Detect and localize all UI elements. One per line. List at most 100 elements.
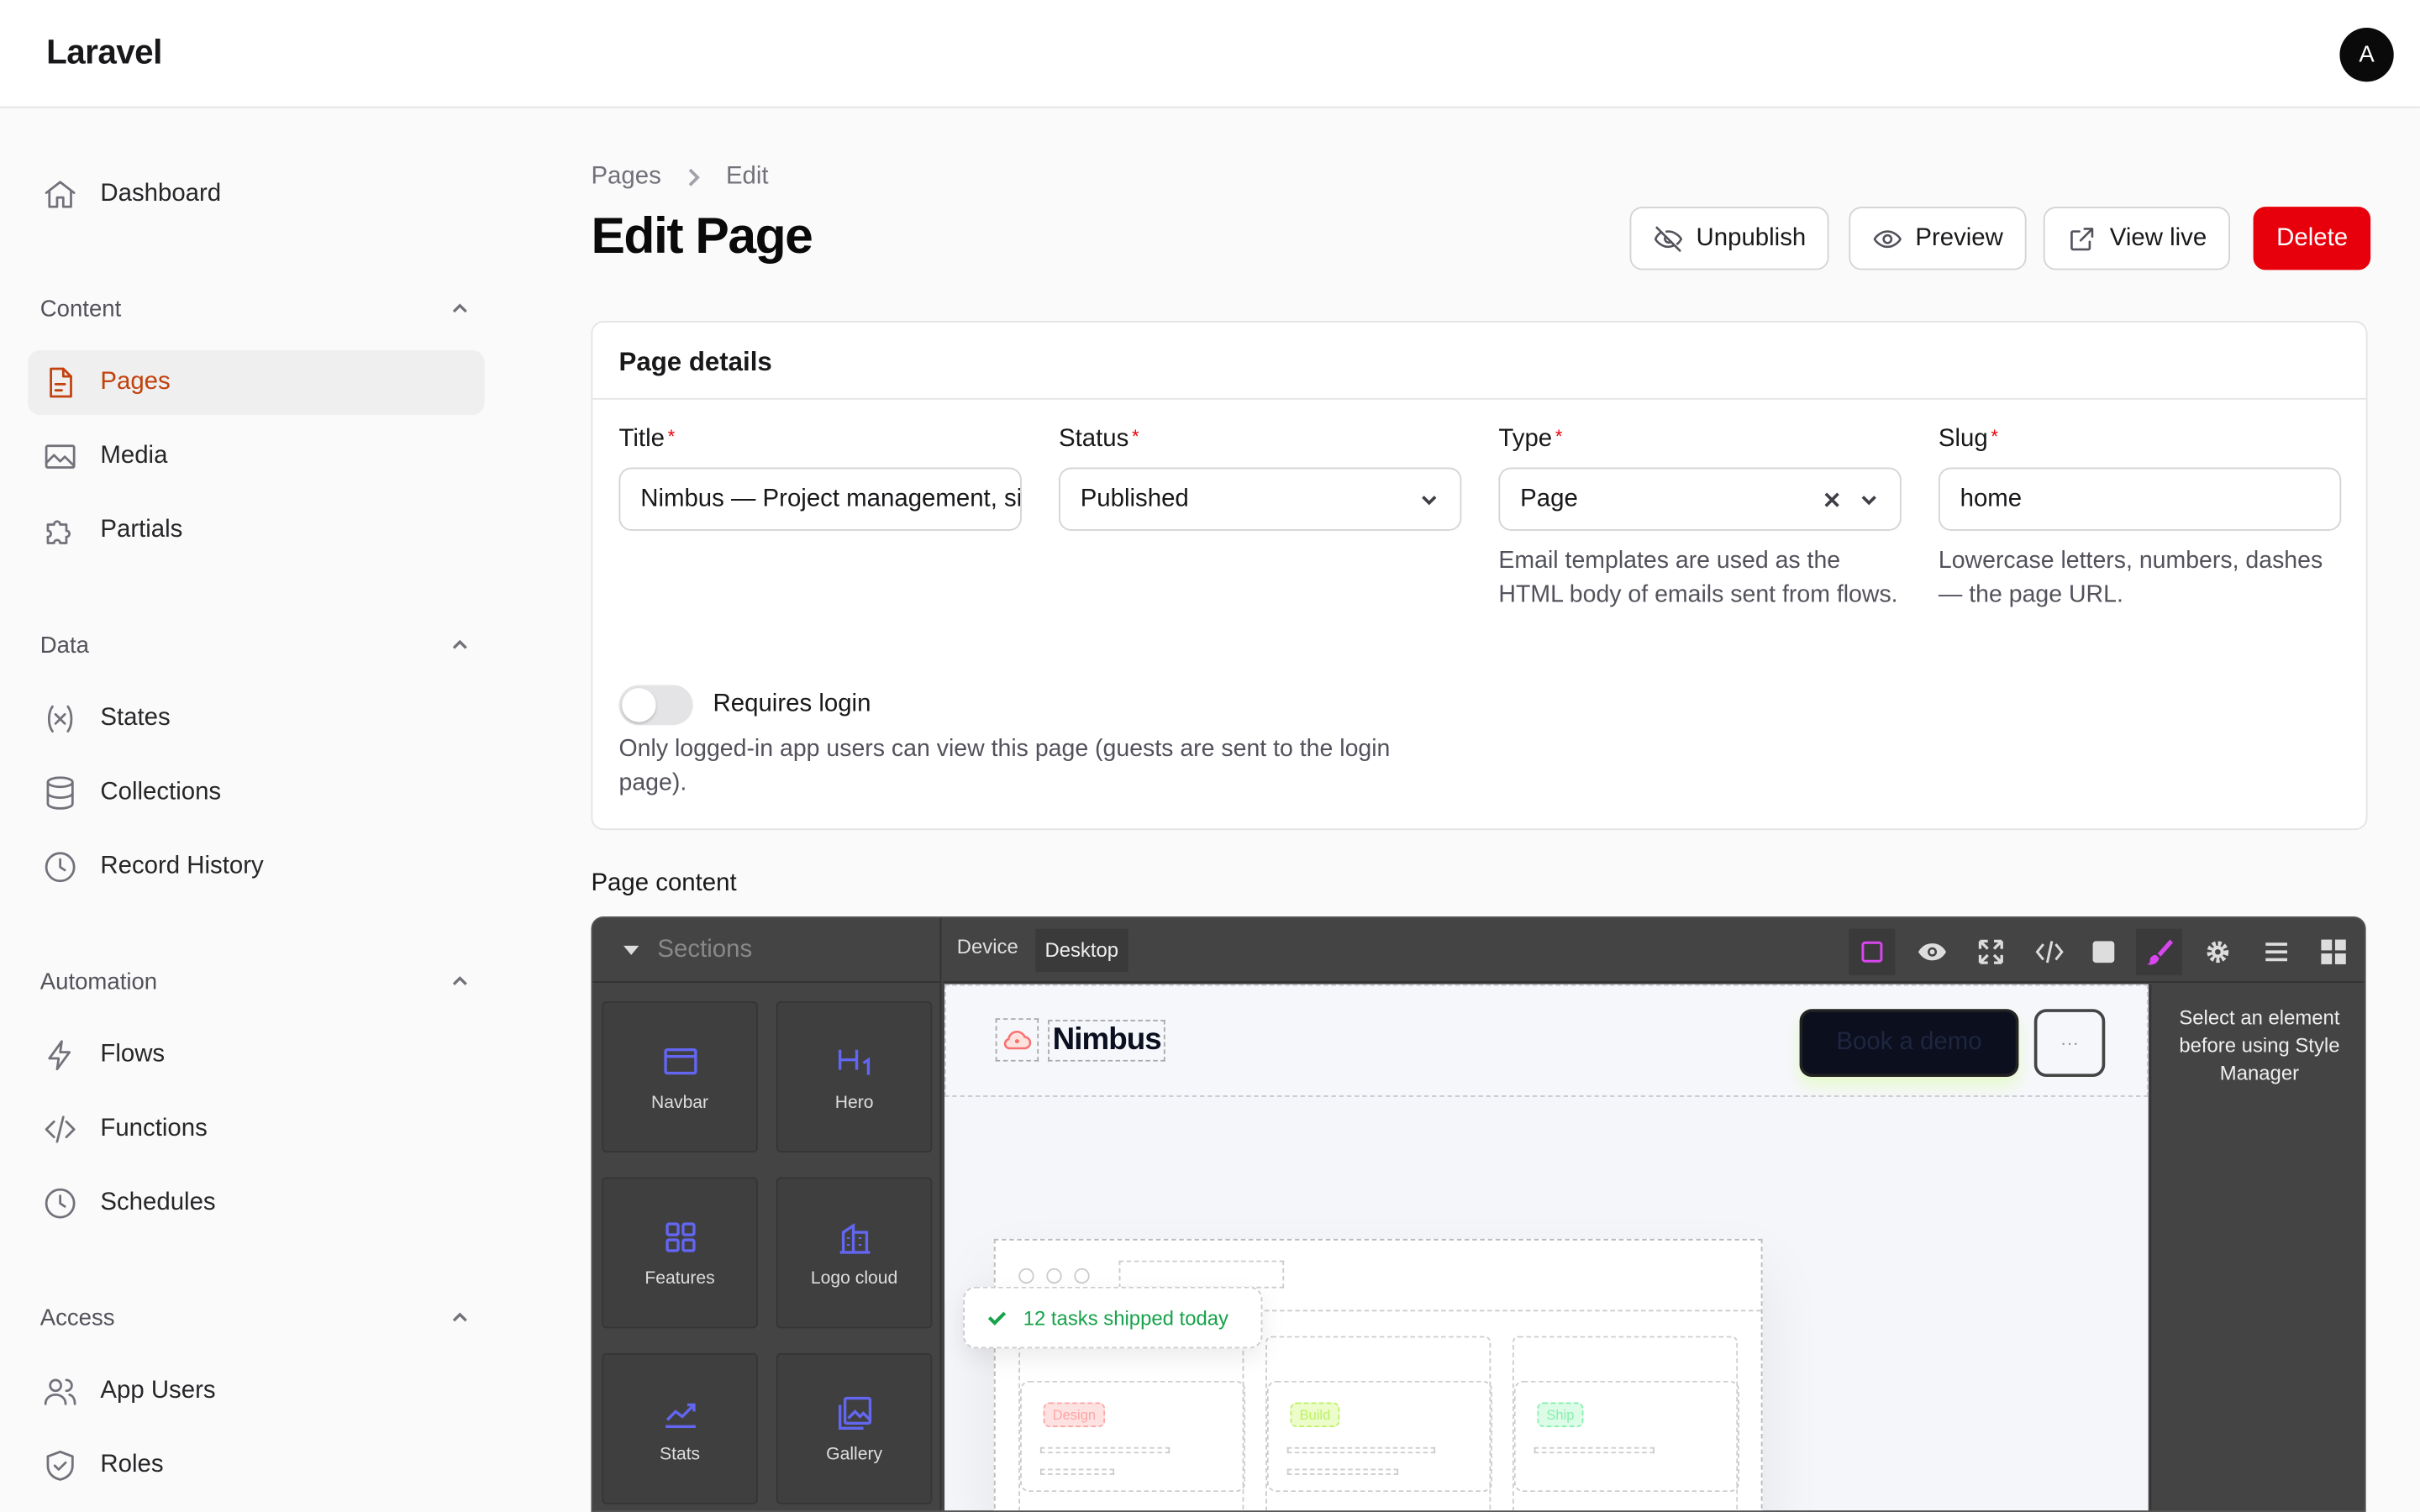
requires-login-label: Requires login <box>713 690 871 718</box>
sidebar-item-record-history[interactable]: Record History <box>28 835 485 900</box>
mockup-column: Design <box>1018 1336 1246 1511</box>
delete-button[interactable]: Delete <box>2253 207 2371 270</box>
preview-toggle-button[interactable] <box>1909 929 1955 975</box>
block-features[interactable]: Features <box>602 1177 758 1329</box>
block-stats[interactable]: Stats <box>602 1352 758 1504</box>
block-logo-cloud[interactable]: Logo cloud <box>776 1177 933 1329</box>
canvas-logo-text: Nimbus <box>1048 1019 1166 1061</box>
canvas-logo[interactable]: Nimbus <box>995 1018 1166 1062</box>
chevron-up-icon <box>452 303 467 313</box>
eye-icon <box>1873 229 1902 248</box>
canvas-navbar[interactable]: Nimbus Book a demo ··· <box>944 984 2149 1097</box>
sidebar-item-label: App Users <box>100 1378 216 1404</box>
document-icon <box>42 364 79 401</box>
block-gallery[interactable]: Gallery <box>776 1352 933 1504</box>
sidebar-item-label: Schedules <box>100 1189 216 1216</box>
sidebar-item-functions[interactable]: Functions <box>28 1097 485 1162</box>
sidebar-item-label: Roles <box>100 1452 164 1478</box>
status-select-value: Published <box>1080 485 1189 512</box>
canvas-cta-button[interactable]: Book a demo <box>1799 1009 2019 1078</box>
editor-canvas[interactable]: Nimbus Book a demo ··· Design Build Ship… <box>944 984 2149 1511</box>
block-navbar[interactable]: Navbar <box>602 1001 758 1153</box>
bars-icon <box>2265 942 2287 962</box>
check-icon <box>987 1311 1007 1326</box>
sidebar-group-title: Automation <box>39 968 158 995</box>
status-select[interactable]: Published <box>1058 467 1462 531</box>
sidebar-item-roles[interactable]: Roles <box>28 1433 485 1498</box>
mockup-url-bar <box>1118 1260 1285 1289</box>
sidebar-group-data[interactable]: Data <box>40 627 472 664</box>
requires-login-toggle[interactable] <box>618 685 693 726</box>
page-details-card: Page details Title * Nimbus — Project man… <box>591 321 2368 831</box>
view-live-button[interactable]: View live <box>2043 207 2230 270</box>
sidebar-group-automation[interactable]: Automation <box>40 963 472 1000</box>
app-root: Laravel A Dashboard Content Pages Media … <box>0 0 2420 1512</box>
view-code-button[interactable] <box>2027 929 2073 975</box>
sidebar-item-states[interactable]: States <box>28 686 485 751</box>
chevron-up-icon <box>452 639 467 649</box>
block-label: Navbar <box>651 1094 709 1113</box>
sidebar-item-collections[interactable]: Collections <box>28 760 485 825</box>
chevron-down-icon <box>1422 496 1437 506</box>
sidebar-group-access[interactable]: Access <box>40 1299 472 1336</box>
external-link-icon <box>2070 227 2094 250</box>
puzzle-icon <box>42 512 79 549</box>
field-label: Status * <box>1058 425 1139 453</box>
device-select[interactable]: Desktop <box>1035 928 1128 973</box>
style-manager-button[interactable] <box>2135 928 2183 975</box>
outline-toggle-button[interactable] <box>1849 928 1896 975</box>
breadcrumb-root-link[interactable]: Pages <box>591 164 660 192</box>
lightning-icon <box>42 1037 79 1074</box>
canvas-menu-button[interactable]: ··· <box>2033 1009 2106 1078</box>
unpublish-button[interactable]: Unpublish <box>1629 207 1829 270</box>
user-avatar[interactable]: A <box>2339 28 2394 82</box>
brand-logo[interactable]: Laravel <box>46 33 162 73</box>
canvas-app-mockup[interactable]: Design Build Ship <box>993 1238 1763 1511</box>
top-bar: Laravel A <box>0 0 2420 108</box>
clear-canvas-button[interactable] <box>2081 929 2127 975</box>
blocks-category-header[interactable]: Sections <box>592 918 940 983</box>
editor-toolbar: Device Desktop <box>943 917 2365 983</box>
type-select[interactable]: Page <box>1498 467 1902 531</box>
sidebar-item-label: Pages <box>100 368 171 396</box>
mockup-dot <box>1046 1268 1062 1284</box>
type-help-text: Email templates are used as the HTML bod… <box>1498 548 1898 608</box>
chevron-down-icon <box>1861 496 1876 506</box>
clear-icon[interactable] <box>1821 489 1843 511</box>
blocks-grid-icon <box>2321 939 2346 964</box>
layer-manager-button[interactable] <box>2254 929 2300 975</box>
block-label: Gallery <box>826 1445 883 1465</box>
database-icon <box>42 774 79 811</box>
sidebar-item-partials[interactable]: Partials <box>28 498 485 563</box>
sidebar-item-flows[interactable]: Flows <box>28 1023 485 1088</box>
navbar-icon <box>663 1048 697 1075</box>
sidebar-item-schedules[interactable]: Schedules <box>28 1171 485 1236</box>
fullscreen-button[interactable] <box>1968 929 2014 975</box>
sidebar-group-content[interactable]: Content <box>40 290 472 327</box>
mockup-tag: Design <box>1043 1402 1106 1427</box>
chevron-up-icon <box>452 976 467 985</box>
sidebar-item-pages[interactable]: Pages <box>28 349 485 416</box>
canvas-toast[interactable]: 12 tasks shipped today <box>963 1286 1263 1349</box>
field-label: Slug * <box>1938 425 1998 453</box>
page-content-label: Page content <box>591 869 737 897</box>
toast-text: 12 tasks shipped today <box>1023 1305 1228 1330</box>
sidebar-item-media[interactable]: Media <box>28 424 485 489</box>
preview-button[interactable]: Preview <box>1849 207 2027 270</box>
title-input[interactable]: Nimbus — Project management, simplified <box>618 467 1022 531</box>
blocks-button[interactable] <box>2311 929 2357 975</box>
sidebar-item-dashboard[interactable]: Dashboard <box>28 162 485 227</box>
trait-manager-button[interactable] <box>2195 929 2241 975</box>
sidebar-item-app-users[interactable]: App Users <box>28 1359 485 1424</box>
eye-icon <box>1918 943 1947 961</box>
block-hero[interactable]: Hero <box>776 1001 933 1153</box>
field-label: Type * <box>1498 425 1563 453</box>
block-label: Logo cloud <box>810 1269 898 1289</box>
page-title: Edit Page <box>591 207 813 265</box>
slug-input[interactable]: home <box>1938 467 2342 531</box>
blocks-panel: Sections Navbar Hero Features Logo cloud <box>592 917 942 1511</box>
status-field: Status * Published <box>1058 425 1462 531</box>
shield-check-icon <box>42 1447 79 1484</box>
style-manager-message: Select an element before using Style Man… <box>2179 1005 2340 1085</box>
field-label: Title * <box>618 425 676 453</box>
